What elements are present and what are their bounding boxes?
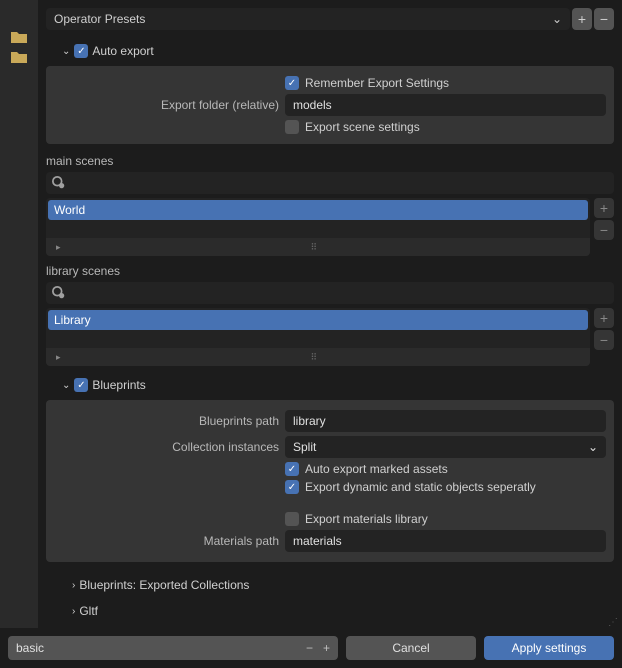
main-scene-add-button[interactable]: + xyxy=(594,198,614,218)
scene-icon xyxy=(52,286,66,300)
auto-export-title: Auto export xyxy=(92,44,153,58)
scene-icon xyxy=(52,176,66,190)
export-scene-label: Export scene settings xyxy=(305,120,420,134)
library-scenes-label: library scenes xyxy=(46,264,614,278)
auto-export-body: ✓ Remember Export Settings Export folder… xyxy=(46,66,614,144)
materials-path-label: Materials path xyxy=(54,534,279,548)
operator-presets-dropdown[interactable]: Operator Presets ⌄ xyxy=(46,8,570,30)
export-scene-checkbox[interactable] xyxy=(285,120,299,134)
exported-collections-title: Blueprints: Exported Collections xyxy=(79,578,249,592)
list-drag-handle[interactable]: ▸ ⠿ xyxy=(46,238,590,256)
list-drag-handle[interactable]: ▸ ⠿ xyxy=(46,348,590,366)
main-scenes-search[interactable] xyxy=(46,172,614,194)
auto-export-header[interactable]: ⌄ ✓ Auto export xyxy=(46,40,614,62)
materials-library-label: Export materials library xyxy=(305,512,428,526)
export-folder-input[interactable] xyxy=(285,94,606,116)
list-filter-icon[interactable]: ▸ xyxy=(56,352,61,363)
minus-icon[interactable]: − xyxy=(306,641,313,655)
drag-dots-icon: ⠿ xyxy=(311,242,320,253)
left-rail xyxy=(0,0,38,668)
gltf-title: Gltf xyxy=(79,604,98,618)
bottom-bar: basic − + Cancel Apply settings xyxy=(0,628,622,668)
blueprints-title: Blueprints xyxy=(92,378,145,392)
library-scenes-search[interactable] xyxy=(46,282,614,304)
materials-path-input[interactable] xyxy=(285,530,606,552)
preset-add-button[interactable]: + xyxy=(572,8,592,30)
collection-instances-dropdown[interactable]: Split ⌄ xyxy=(285,436,606,458)
library-scene-remove-button[interactable]: − xyxy=(594,330,614,350)
remember-settings-checkbox[interactable]: ✓ xyxy=(285,76,299,90)
library-scene-add-button[interactable]: + xyxy=(594,308,614,328)
chevron-right-icon: › xyxy=(72,606,75,617)
preset-name-input[interactable]: basic − + xyxy=(8,636,338,660)
blueprints-body: Blueprints path Collection instances Spl… xyxy=(46,400,614,562)
chevron-right-icon: › xyxy=(72,580,75,591)
dynamic-label: Export dynamic and static objects sepera… xyxy=(305,480,536,494)
preset-remove-button[interactable]: − xyxy=(594,8,614,30)
blueprints-path-input[interactable] xyxy=(285,410,606,432)
auto-marked-checkbox[interactable]: ✓ xyxy=(285,462,299,476)
apply-settings-button[interactable]: Apply settings xyxy=(484,636,614,660)
export-folder-label: Export folder (relative) xyxy=(54,98,279,112)
chevron-down-icon: ⌄ xyxy=(62,380,70,391)
cancel-button[interactable]: Cancel xyxy=(346,636,476,660)
main-panel: Operator Presets ⌄ + − ⌄ ✓ Auto export ✓… xyxy=(38,0,622,668)
library-scenes-list[interactable]: Library ▸ ⠿ xyxy=(46,308,590,366)
collection-instances-label: Collection instances xyxy=(54,440,279,454)
exported-collections-header[interactable]: › Blueprints: Exported Collections xyxy=(46,572,614,598)
chevron-down-icon: ⌄ xyxy=(588,440,598,454)
list-filter-icon[interactable]: ▸ xyxy=(56,242,61,253)
plus-icon[interactable]: + xyxy=(323,641,330,655)
folder-icon[interactable] xyxy=(8,28,30,46)
remember-settings-label: Remember Export Settings xyxy=(305,76,449,90)
blueprints-path-label: Blueprints path xyxy=(54,414,279,428)
dynamic-checkbox[interactable]: ✓ xyxy=(285,480,299,494)
scene-item[interactable]: Library xyxy=(48,310,588,330)
main-scenes-list[interactable]: World ▸ ⠿ xyxy=(46,198,590,256)
folder-icon[interactable] xyxy=(8,48,30,66)
resize-handle-icon[interactable]: ⋰ xyxy=(608,617,618,628)
main-scene-remove-button[interactable]: − xyxy=(594,220,614,240)
drag-dots-icon: ⠿ xyxy=(311,352,320,363)
scene-item[interactable]: World xyxy=(48,200,588,220)
auto-marked-label: Auto export marked assets xyxy=(305,462,448,476)
auto-export-checkbox[interactable]: ✓ xyxy=(74,44,88,58)
blueprints-header[interactable]: ⌄ ✓ Blueprints xyxy=(46,374,614,396)
materials-library-checkbox[interactable] xyxy=(285,512,299,526)
main-scenes-label: main scenes xyxy=(46,154,614,168)
preset-label: Operator Presets xyxy=(54,12,145,26)
blueprints-checkbox[interactable]: ✓ xyxy=(74,378,88,392)
gltf-header[interactable]: › Gltf xyxy=(46,598,614,624)
chevron-down-icon: ⌄ xyxy=(62,46,70,57)
chevron-down-icon: ⌄ xyxy=(552,12,562,26)
